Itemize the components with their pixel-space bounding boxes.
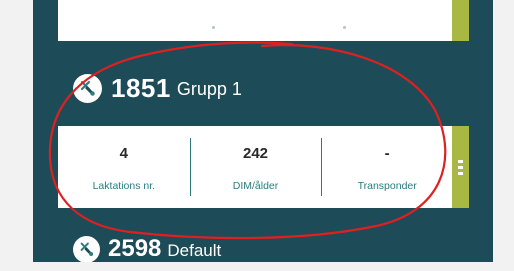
stat-value: - [384, 145, 390, 162]
bottom-margin [0, 262, 514, 271]
animal-group: Default [167, 240, 222, 260]
animal-header[interactable]: 2598 Default [73, 234, 221, 262]
stat-label: Transponder [357, 180, 417, 192]
cow-tag-icon [73, 73, 102, 103]
animal-list: 1851 Grupp 1 4 Laktations nr. 242 DIM/ål… [33, 0, 493, 262]
animal-info-card[interactable]: 4 Laktations nr. 242 DIM/ålder - Transpo… [58, 126, 453, 208]
stat-value: 242 [242, 145, 269, 162]
cow-tag-icon [73, 235, 100, 262]
stat-dim-age: 242 DIM/ålder [189, 126, 322, 208]
animal-header[interactable]: 1851 Grupp 1 [73, 72, 242, 104]
divider-dot [212, 26, 215, 29]
previous-animal-card[interactable] [58, 0, 453, 41]
stat-value: 4 [119, 145, 128, 162]
divider-dot [343, 26, 346, 29]
animal-group: Grupp 1 [176, 79, 242, 99]
stat-lactation: 4 Laktations nr. [58, 126, 190, 208]
stat-label: Laktations nr. [92, 180, 156, 192]
more-vertical-icon[interactable] [452, 126, 469, 208]
animal-number: 1851 [111, 72, 171, 103]
stat-transponder: - Transponder [321, 126, 453, 208]
stat-label: DIM/ålder [232, 180, 279, 192]
animal-number: 2598 [108, 235, 162, 262]
previous-card-side-tab[interactable] [452, 0, 469, 41]
